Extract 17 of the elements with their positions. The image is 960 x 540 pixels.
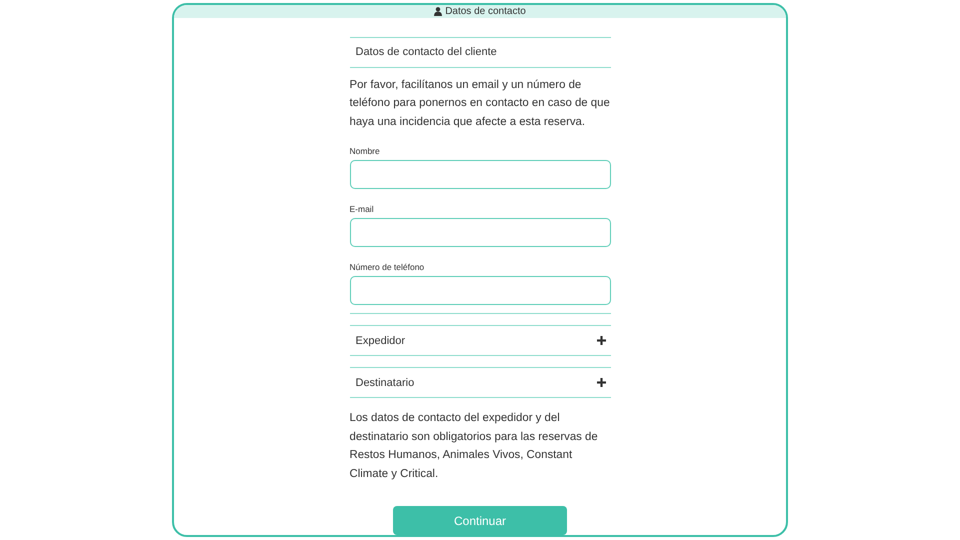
plus-icon bbox=[596, 336, 606, 345]
panel-title: Expedidor bbox=[356, 334, 406, 346]
input-field[interactable] bbox=[350, 218, 610, 247]
panel-title: Destinatario bbox=[356, 376, 414, 388]
input-field[interactable] bbox=[350, 160, 610, 189]
collapsible-panel[interactable]: Expedidor bbox=[350, 325, 610, 356]
card-title: Datos de contacto bbox=[445, 6, 526, 17]
plus-icon bbox=[596, 378, 606, 387]
collapsible-panel[interactable]: Destinatario bbox=[350, 367, 610, 398]
intro-text: Por favor, facilítanos un email y un número de teléfono para ponernos en contacto en caso de que haya una incidencia que afecte a esta reserva. bbox=[350, 78, 610, 130]
field-label: Nombre bbox=[350, 146, 380, 156]
user-icon bbox=[434, 6, 442, 16]
field-label: Número de teléfono bbox=[350, 262, 424, 272]
field-label: E-mail bbox=[350, 204, 374, 214]
note-text: Los datos de contacto del expedidor y del destinatario son obligatorios para las reservas de Restos Humanos, Animales Vivos, Constant Climate y Critical. bbox=[350, 411, 599, 482]
section-heading: Datos de contacto del cliente bbox=[350, 36, 610, 68]
input-field[interactable] bbox=[350, 276, 610, 305]
